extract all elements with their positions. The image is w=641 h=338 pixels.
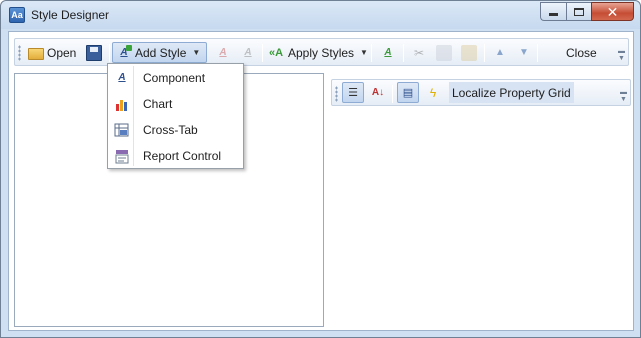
lightning-icon: ϟ <box>429 85 437 100</box>
title-bar[interactable]: Aa Style Designer ✕ <box>1 1 640 29</box>
apply-styles-label: Apply Styles <box>288 45 355 60</box>
add-style-button[interactable]: A Add Style ▼ <box>112 42 207 63</box>
property-grid-pane: ☰ A↓ ▤ ϟ Localize Property Grid ▬ ▼ <box>331 73 631 327</box>
edit-style-button[interactable]: A <box>212 42 237 63</box>
move-down-button[interactable]: ▼ <box>513 42 538 63</box>
paste-button[interactable] <box>458 42 483 63</box>
cut-button[interactable]: ✂ <box>408 42 433 63</box>
localize-label: Localize Property Grid <box>452 85 571 100</box>
scissors-icon: ✂ <box>413 45 425 60</box>
copy-icon <box>436 44 452 61</box>
toolbar-separator <box>262 44 263 62</box>
menu-item-component[interactable]: A Component <box>110 66 241 90</box>
categorized-icon: ☰ <box>348 87 358 99</box>
alphabetical-button[interactable]: A↓ <box>367 82 389 103</box>
add-style-label: Add Style <box>135 45 187 60</box>
style-preview-button[interactable]: A <box>377 42 402 63</box>
open-label: Open <box>47 45 77 60</box>
app-icon: Aa <box>9 7 25 23</box>
remove-style-button[interactable]: A <box>237 42 262 63</box>
style-designer-window: Aa Style Designer ✕ Open A Add Style ▼ A… <box>0 0 641 338</box>
menu-item-label: Cross-Tab <box>143 123 198 137</box>
open-button[interactable]: Open <box>25 42 79 63</box>
edit-style-icon: A <box>219 46 227 58</box>
chevron-down-icon: ▼ <box>192 48 201 57</box>
menu-item-label: Component <box>143 71 206 85</box>
chevron-down-icon: ▼ <box>360 48 368 57</box>
apply-styles-button[interactable]: «A Apply Styles ▼ <box>266 42 371 63</box>
style-preview-icon: A <box>384 46 392 58</box>
add-style-dropdown-menu: A Component Chart Cross-Tab Report Contr… <box>107 63 244 169</box>
toolbar-separator <box>484 44 485 62</box>
minimize-button[interactable] <box>540 2 566 21</box>
maximize-icon <box>574 7 584 16</box>
sort-az-icon: A↓ <box>371 87 385 98</box>
properties-button[interactable]: ▤ <box>397 82 419 103</box>
caption-buttons: ✕ <box>540 2 634 21</box>
menu-item-label: Report Control <box>143 149 222 163</box>
copy-button[interactable] <box>433 42 458 63</box>
arrow-up-icon: ▲ <box>495 46 505 58</box>
main-toolbar: Open A Add Style ▼ A A «A Apply Styles ▼ <box>14 38 629 66</box>
close-window-button[interactable]: ✕ <box>591 2 634 21</box>
toolbar-grip[interactable] <box>335 86 338 102</box>
toolbar-overflow-icon[interactable]: ▬ ▼ <box>617 48 626 62</box>
menu-item-chart[interactable]: Chart <box>110 92 241 116</box>
property-grid-toolbar: ☰ A↓ ▤ ϟ Localize Property Grid ▬ ▼ <box>331 79 631 106</box>
toolbar-separator <box>109 44 110 62</box>
properties-icon: ▤ <box>402 87 414 99</box>
client-area: Open A Add Style ▼ A A «A Apply Styles ▼ <box>8 31 634 331</box>
events-button[interactable]: ϟ <box>422 82 444 103</box>
remove-style-icon: A <box>244 46 252 58</box>
save-icon <box>86 44 102 61</box>
folder-open-icon <box>28 48 44 60</box>
localize-property-grid-button[interactable]: Localize Property Grid <box>449 82 574 103</box>
paste-icon <box>461 44 477 61</box>
component-style-icon: A <box>118 72 126 83</box>
categorized-button[interactable]: ☰ <box>342 82 364 103</box>
close-label: Close <box>566 45 597 60</box>
menu-item-cross-tab[interactable]: Cross-Tab <box>110 118 241 142</box>
save-button[interactable] <box>83 42 108 63</box>
toolbar-separator <box>537 44 538 62</box>
move-up-button[interactable]: ▲ <box>489 42 514 63</box>
toolbar-grip[interactable] <box>18 45 21 61</box>
menu-item-report-control[interactable]: Report Control <box>110 144 241 168</box>
toolbar-separator <box>371 44 372 62</box>
maximize-button[interactable] <box>566 2 591 21</box>
chart-style-icon <box>114 96 130 112</box>
add-style-icon: A <box>116 44 132 61</box>
report-control-style-icon <box>114 148 130 164</box>
arrow-down-icon: ▼ <box>519 46 529 58</box>
minimize-icon <box>549 13 558 16</box>
toolbar-overflow-icon[interactable]: ▬ ▼ <box>619 89 628 103</box>
close-button[interactable]: Close <box>563 42 600 63</box>
close-icon: ✕ <box>606 3 619 20</box>
cross-tab-style-icon <box>114 122 130 138</box>
apply-styles-icon: «A <box>269 46 284 59</box>
toolbar-separator <box>392 85 393 103</box>
menu-item-label: Chart <box>143 97 173 111</box>
window-title: Style Designer <box>31 8 110 22</box>
toolbar-separator <box>403 44 404 62</box>
